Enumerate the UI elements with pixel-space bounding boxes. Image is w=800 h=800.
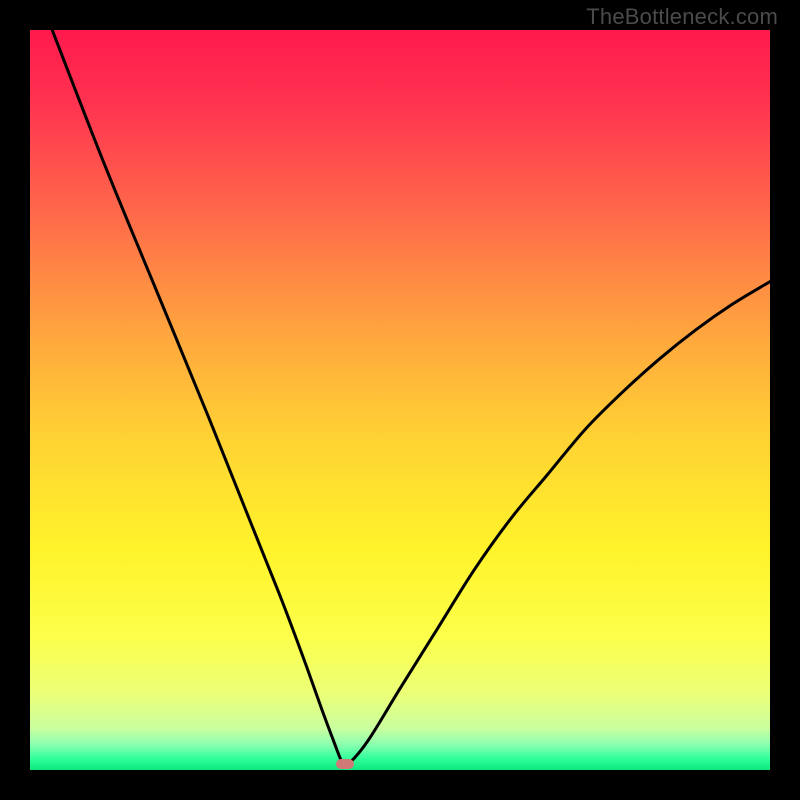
watermark-text: TheBottleneck.com bbox=[586, 4, 778, 30]
chart-frame: TheBottleneck.com bbox=[0, 0, 800, 800]
plot-area bbox=[30, 30, 770, 770]
bottleneck-curve bbox=[30, 30, 770, 770]
optimum-marker bbox=[336, 759, 354, 769]
